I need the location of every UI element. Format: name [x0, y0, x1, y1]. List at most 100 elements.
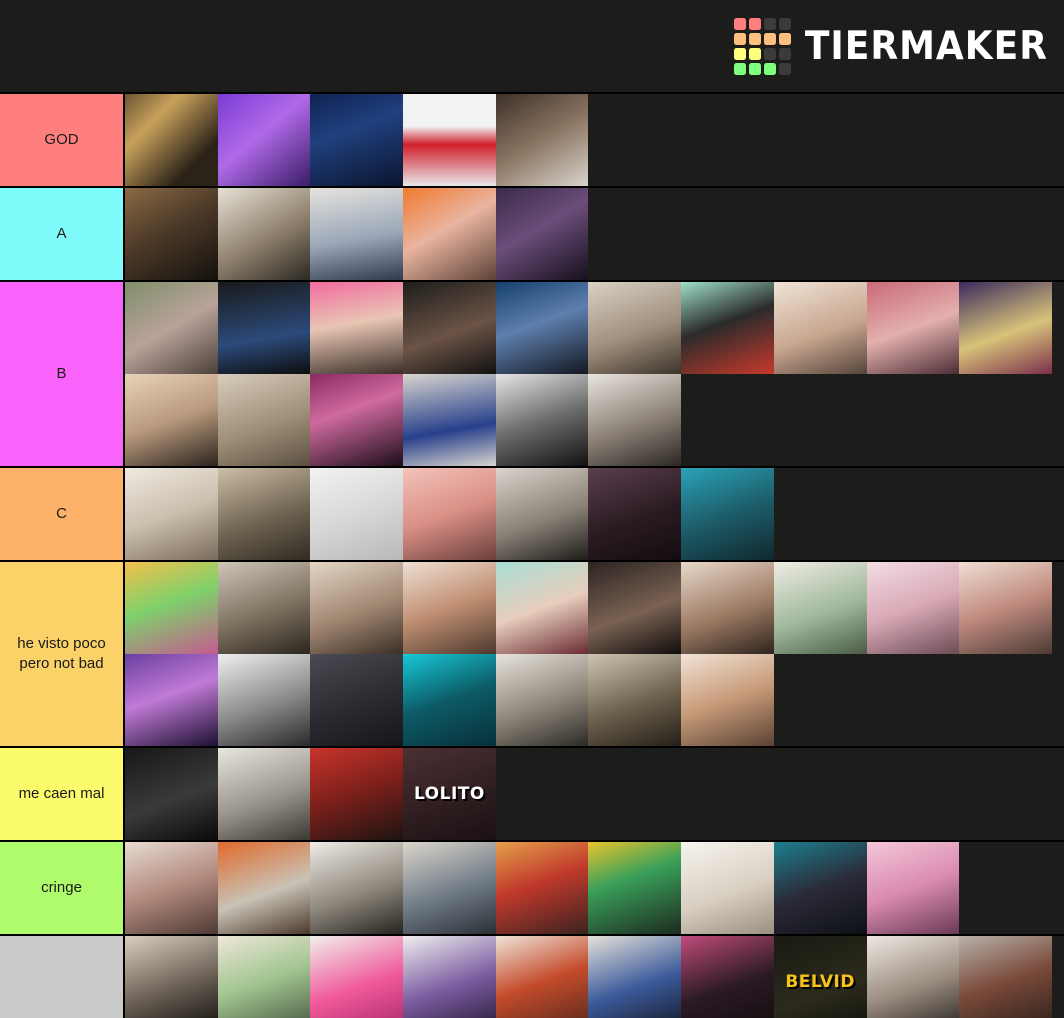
tier-items[interactable] — [125, 188, 1064, 280]
tier-item[interactable] — [495, 282, 589, 374]
tier-item[interactable] — [125, 94, 218, 186]
tier-item[interactable] — [217, 374, 311, 466]
tier-item[interactable] — [588, 468, 682, 560]
tier-item[interactable] — [866, 282, 960, 374]
tier-item[interactable] — [681, 562, 774, 654]
tier-item[interactable]: BELVID — [773, 936, 867, 1018]
tier-item[interactable] — [125, 842, 218, 934]
tier-item[interactable] — [125, 188, 218, 280]
tier-item[interactable] — [217, 188, 311, 280]
tier-label[interactable]: me caen mal — [0, 748, 125, 840]
tier-item[interactable] — [310, 468, 404, 560]
tier-item[interactable] — [217, 468, 311, 560]
tier-item[interactable] — [495, 188, 589, 280]
streamer-bald-patterned-shirt-image — [681, 936, 774, 1018]
tier-item[interactable] — [310, 842, 404, 934]
tier-label[interactable]: he visto poco pero not bad — [0, 562, 125, 746]
tier-item[interactable] — [217, 562, 311, 654]
tier-label[interactable]: GOD — [0, 94, 125, 186]
tier-item[interactable] — [217, 94, 311, 186]
tier-item[interactable] — [866, 562, 960, 654]
tier-item[interactable] — [866, 842, 960, 934]
streamer-sneaker-shelf-room-image — [495, 468, 589, 560]
tier-item[interactable] — [403, 562, 496, 654]
tier-item[interactable] — [773, 562, 867, 654]
tier-item[interactable] — [681, 654, 774, 746]
tier-item[interactable] — [588, 936, 682, 1018]
tier-item[interactable] — [217, 654, 311, 746]
tier-label[interactable]: no consumo — [0, 936, 125, 1018]
streamer-woman-makeup-portrait-image — [681, 562, 774, 654]
tier-label[interactable]: B — [0, 282, 125, 466]
tier-item[interactable] — [310, 282, 404, 374]
tier-item[interactable] — [773, 842, 867, 934]
tier-item[interactable] — [495, 94, 589, 186]
tier-item[interactable] — [310, 188, 404, 280]
tier-item[interactable] — [495, 936, 589, 1018]
tier-item[interactable] — [403, 936, 496, 1018]
tier-item[interactable] — [403, 842, 496, 934]
tier-item[interactable] — [495, 468, 589, 560]
tier-item[interactable] — [403, 654, 496, 746]
tier-item[interactable] — [588, 842, 682, 934]
tier-item[interactable] — [588, 654, 682, 746]
tier-item[interactable] — [310, 374, 404, 466]
streamer-mohawk-esports-jersey-image — [495, 282, 589, 374]
tier-items[interactable] — [125, 468, 1064, 560]
tier-item[interactable] — [403, 188, 496, 280]
tier-item[interactable] — [310, 936, 404, 1018]
tier-items[interactable] — [125, 282, 1064, 466]
tier-item[interactable] — [125, 936, 218, 1018]
tier-items[interactable] — [125, 842, 1064, 934]
tier-label[interactable]: C — [0, 468, 125, 560]
tier-item[interactable] — [217, 842, 311, 934]
tier-item[interactable] — [588, 562, 682, 654]
tier-item[interactable] — [773, 282, 867, 374]
tier-items[interactable] — [125, 94, 1064, 186]
tier-item[interactable] — [866, 936, 960, 1018]
tier-item[interactable] — [403, 94, 496, 186]
tier-item[interactable] — [681, 842, 774, 934]
streamer-bald-smiling-white-room-image — [588, 282, 682, 374]
tier-item[interactable] — [495, 842, 589, 934]
tier-item[interactable] — [403, 282, 496, 374]
tier-item[interactable]: LOLITO — [403, 748, 496, 840]
tier-item[interactable] — [310, 562, 404, 654]
tier-label[interactable]: A — [0, 188, 125, 280]
tier-label[interactable]: cringe — [0, 842, 125, 934]
belvid-yellow-text-logo-image — [773, 936, 867, 1018]
tier-item[interactable] — [959, 936, 1052, 1018]
tier-item[interactable] — [403, 374, 496, 466]
tiermaker-grid-cell-4 — [733, 32, 746, 45]
tier-item[interactable] — [125, 468, 218, 560]
streamer-hand-on-face-teen-image — [773, 282, 867, 374]
tier-item[interactable] — [495, 562, 589, 654]
tier-item[interactable] — [310, 654, 404, 746]
tier-item[interactable] — [681, 936, 774, 1018]
tier-items[interactable]: BELVID — [125, 936, 1064, 1018]
tier-item[interactable] — [125, 562, 218, 654]
tier-item[interactable] — [125, 748, 218, 840]
tier-item[interactable] — [495, 654, 589, 746]
tier-item[interactable] — [959, 282, 1052, 374]
tier-item[interactable] — [588, 374, 682, 466]
tier-items[interactable]: LOLITO — [125, 748, 1064, 840]
tier-item[interactable] — [217, 936, 311, 1018]
streamer-pink-background-portrait-image — [866, 282, 960, 374]
tier-row: GOD — [0, 92, 1064, 186]
tier-items[interactable] — [125, 562, 1064, 746]
tier-item[interactable] — [125, 374, 218, 466]
streamer-woman-mirror-selfie-black-image — [125, 936, 218, 1018]
tier-item[interactable] — [588, 282, 682, 374]
tier-item[interactable] — [681, 468, 774, 560]
tier-item[interactable] — [310, 748, 404, 840]
tier-item[interactable] — [217, 748, 311, 840]
tier-item[interactable] — [681, 282, 774, 374]
tier-item[interactable] — [959, 562, 1052, 654]
tier-item[interactable] — [217, 282, 311, 374]
tier-item[interactable] — [125, 282, 218, 374]
tier-item[interactable] — [403, 468, 496, 560]
tier-item[interactable] — [495, 374, 589, 466]
tier-item[interactable] — [310, 94, 404, 186]
tier-item[interactable] — [125, 654, 218, 746]
